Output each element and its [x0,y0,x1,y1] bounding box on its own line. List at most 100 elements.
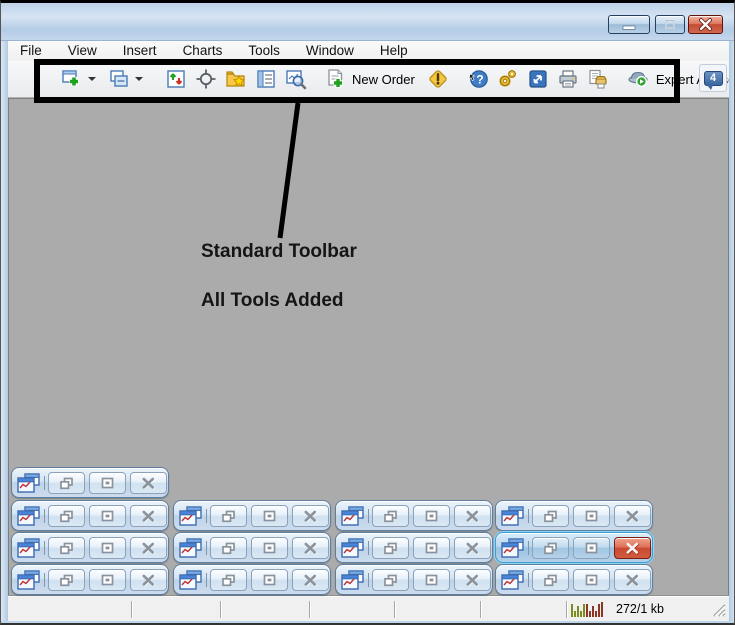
restore-button[interactable] [532,569,569,591]
restore-icon [221,510,236,523]
restore-button[interactable] [48,472,85,494]
metaeditor-button[interactable] [423,66,453,92]
restore-icon [221,542,236,555]
options-button[interactable] [493,66,523,92]
close-button[interactable] [614,537,651,559]
maximize-button[interactable] [573,569,610,591]
restore-button[interactable] [48,505,85,527]
restore-button[interactable] [210,569,247,591]
close-button[interactable] [130,569,167,591]
chart-window-icon [17,538,41,558]
chevron-down-icon[interactable] [88,77,96,81]
close-button[interactable] [130,505,167,527]
close-button[interactable] [454,569,491,591]
window-minimize-button[interactable] [608,15,650,34]
maximize-button[interactable] [251,505,288,527]
maximize-button[interactable] [89,472,126,494]
maximize-button[interactable] [251,569,288,591]
divider [528,573,529,587]
maximize-button[interactable] [251,537,288,559]
maximize-button[interactable] [573,537,610,559]
close-button[interactable] [292,505,329,527]
minimized-chart-window[interactable] [335,564,493,595]
close-icon [141,510,156,523]
menu-file[interactable]: File [8,41,55,61]
help-button[interactable]: ? [463,66,493,92]
close-button[interactable] [292,569,329,591]
minimized-chart-window[interactable] [335,500,493,531]
restore-button[interactable] [532,505,569,527]
maximize-button[interactable] [573,505,610,527]
title-bar[interactable] [1,3,735,41]
full-screen-button[interactable] [523,66,553,92]
maximize-icon [101,510,114,522]
minimized-chart-window[interactable] [495,532,653,563]
restore-button[interactable] [372,537,409,559]
restore-button[interactable] [372,505,409,527]
new-order-icon [325,68,347,90]
print-preview-button[interactable] [583,66,613,92]
market-watch-button[interactable] [161,66,191,92]
restore-icon [221,574,236,587]
close-button[interactable] [614,569,651,591]
restore-button[interactable] [532,537,569,559]
close-button[interactable] [130,537,167,559]
close-button[interactable] [454,505,491,527]
maximize-icon [585,542,598,554]
status-separator [131,601,132,618]
restore-icon [59,542,74,555]
restore-button[interactable] [372,569,409,591]
chevron-down-icon[interactable] [135,77,143,81]
maximize-button[interactable] [89,505,126,527]
minimized-chart-window[interactable] [11,500,169,531]
window-maximize-button[interactable] [655,15,685,34]
profiles-button[interactable] [104,66,151,92]
menu-charts[interactable]: Charts [170,41,236,61]
restore-icon [59,510,74,523]
restore-button[interactable] [48,537,85,559]
minimized-chart-window[interactable] [11,467,169,498]
print-button[interactable] [553,66,583,92]
data-window-button[interactable] [191,66,221,92]
close-button[interactable] [454,537,491,559]
maximize-icon [656,16,684,33]
minimized-chart-window[interactable] [11,564,169,595]
new-order-button[interactable]: New Order [321,66,423,92]
maximize-button[interactable] [89,537,126,559]
strategy-tester-button[interactable] [281,66,311,92]
maximize-button[interactable] [413,569,450,591]
chart-window-icon [17,570,41,590]
minimized-chart-window[interactable] [173,500,331,531]
new-chart-button[interactable] [57,66,104,92]
terminal-button[interactable] [251,66,281,92]
menu-help[interactable]: Help [367,41,421,61]
restore-button[interactable] [210,537,247,559]
maximize-button[interactable] [413,505,450,527]
minimized-chart-window[interactable] [495,500,653,531]
navigator-folder-icon [225,68,247,90]
close-button[interactable] [614,505,651,527]
minimized-chart-window[interactable] [495,564,653,595]
minimized-chart-window[interactable] [11,532,169,563]
minimized-chart-window[interactable] [335,532,493,563]
minimized-chart-window[interactable] [173,564,331,595]
restore-button[interactable] [210,505,247,527]
close-button[interactable] [292,537,329,559]
restore-icon [383,574,398,587]
navigator-button[interactable] [221,66,251,92]
maximize-button[interactable] [413,537,450,559]
window-close-button[interactable] [688,15,723,34]
menu-insert[interactable]: Insert [110,41,170,61]
restore-button[interactable] [48,569,85,591]
menu-tools[interactable]: Tools [235,41,293,61]
menu-window[interactable]: Window [293,41,367,61]
new-chart-icon [61,68,83,90]
resize-grip[interactable] [710,601,726,617]
signal-bar [580,611,582,617]
menu-view[interactable]: View [55,41,110,61]
context-help-icon: ? [467,68,489,90]
minimized-chart-window[interactable] [173,532,331,563]
notifications-button[interactable]: 4 [699,64,727,92]
close-button[interactable] [130,472,167,494]
maximize-button[interactable] [89,569,126,591]
